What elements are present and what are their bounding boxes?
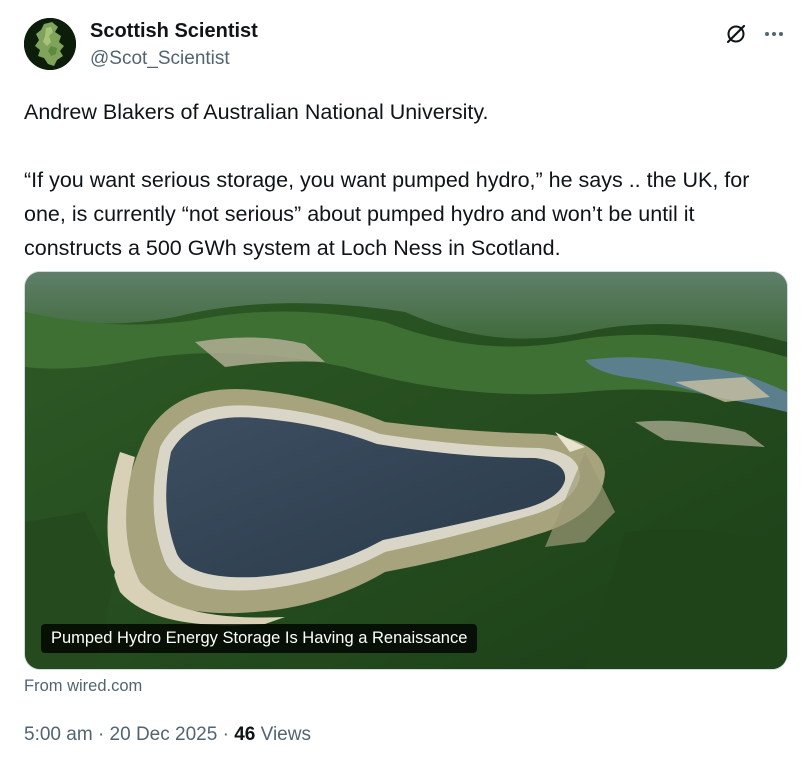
- card-source[interactable]: From wired.com: [24, 677, 142, 696]
- author-handle[interactable]: @Scot_Scientist: [90, 48, 230, 70]
- separator: ·: [222, 724, 229, 745]
- tweet-date[interactable]: 20 Dec 2025: [110, 724, 218, 745]
- views-count: 46: [234, 724, 256, 745]
- separator: ·: [97, 724, 105, 745]
- reservoir-aerial-image: [25, 272, 787, 669]
- grok-icon[interactable]: [724, 22, 748, 46]
- tweet-text: Andrew Blakers of Australian National Un…: [24, 100, 750, 260]
- tweet-meta: 5:00 am · 20 Dec 2025 · 46 Views: [24, 724, 311, 746]
- scotland-map-avatar-image: [24, 18, 76, 70]
- more-icon[interactable]: [762, 22, 786, 46]
- card-title[interactable]: Pumped Hydro Energy Storage Is Having a …: [41, 624, 478, 653]
- tweet-time[interactable]: 5:00 am: [24, 724, 93, 745]
- views-label: Views: [260, 724, 311, 745]
- link-card[interactable]: Pumped Hydro Energy Storage Is Having a …: [24, 271, 788, 670]
- author-name[interactable]: Scottish Scientist: [90, 20, 258, 43]
- avatar[interactable]: [24, 18, 76, 70]
